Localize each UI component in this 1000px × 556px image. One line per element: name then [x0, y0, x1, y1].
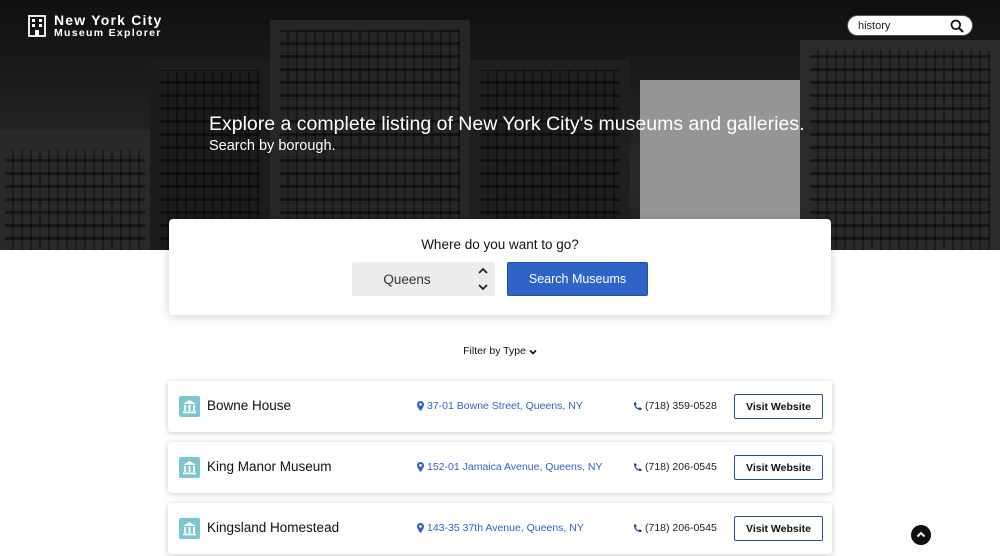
chevron-up-icon: [916, 531, 926, 538]
map-pin-icon: [417, 462, 424, 472]
museum-phone-number: (718) 206-0545: [645, 461, 717, 473]
phone-icon: [633, 402, 642, 410]
borough-value: Queens: [383, 271, 431, 287]
filter-by-type[interactable]: Filter by Type: [0, 345, 1000, 357]
chevron-down-icon: [529, 347, 537, 355]
museum-phone-number: (718) 206-0545: [645, 522, 717, 534]
museum-name: King Manor Museum: [207, 459, 332, 474]
museum-address-link[interactable]: 37-01 Bowne Street, Queens, NY: [417, 400, 583, 412]
museum-address: 143-35 37th Avenue, Queens, NY: [427, 522, 584, 534]
museum-icon: [179, 518, 200, 539]
visit-website-button[interactable]: Visit Website: [734, 455, 823, 480]
map-pin-icon: [417, 401, 424, 411]
list-item: Bowne House 37-01 Bowne Street, Queens, …: [168, 381, 832, 432]
phone-icon: [633, 524, 642, 532]
map-pin-icon: [417, 523, 424, 533]
scroll-to-top-button[interactable]: [911, 525, 931, 545]
building-icon: [28, 15, 46, 37]
museum-name: Bowne House: [207, 398, 292, 413]
hero-headline: Explore a complete listing of New York C…: [209, 113, 805, 135]
search-input[interactable]: [858, 19, 950, 32]
search-question: Where do you want to go?: [421, 237, 579, 252]
phone-icon: [633, 463, 642, 471]
visit-website-button[interactable]: Visit Website: [734, 516, 823, 541]
brand[interactable]: New York City Museum Explorer: [28, 13, 162, 39]
museum-address: 152-01 Jamaica Avenue, Queens, NY: [427, 461, 603, 473]
museum-phone[interactable]: (718) 206-0545: [633, 461, 717, 473]
museum-icon: [179, 457, 200, 478]
hero-banner: New York City Museum Explorer Explore a …: [0, 0, 1000, 250]
search-icon[interactable]: [950, 19, 964, 33]
brand-subtitle: Museum Explorer: [54, 27, 162, 39]
museum-icon: [179, 396, 200, 417]
search-card: Where do you want to go? Queens Search M…: [169, 219, 831, 315]
museum-phone[interactable]: (718) 206-0545: [633, 522, 717, 534]
brand-title: New York City: [54, 12, 163, 28]
museum-phone-number: (718) 359-0528: [645, 400, 717, 412]
search-box[interactable]: [847, 15, 973, 36]
visit-website-button[interactable]: Visit Website: [734, 394, 823, 419]
list-item: King Manor Museum 152-01 Jamaica Avenue,…: [168, 442, 832, 493]
borough-selector[interactable]: Queens: [352, 262, 495, 296]
museum-name: Kingsland Homestead: [207, 520, 340, 535]
stepper-arrows-icon[interactable]: [477, 265, 489, 293]
hero-subheadline: Search by borough.: [209, 138, 336, 154]
museum-address-link[interactable]: 143-35 37th Avenue, Queens, NY: [417, 522, 584, 534]
museum-address-link[interactable]: 152-01 Jamaica Avenue, Queens, NY: [417, 461, 603, 473]
filter-label: Filter by Type: [463, 345, 526, 357]
museum-address: 37-01 Bowne Street, Queens, NY: [427, 400, 583, 412]
search-museums-button[interactable]: Search Museums: [507, 262, 648, 296]
museum-phone[interactable]: (718) 359-0528: [633, 400, 717, 412]
list-item: Kingsland Homestead 143-35 37th Avenue, …: [168, 503, 832, 554]
